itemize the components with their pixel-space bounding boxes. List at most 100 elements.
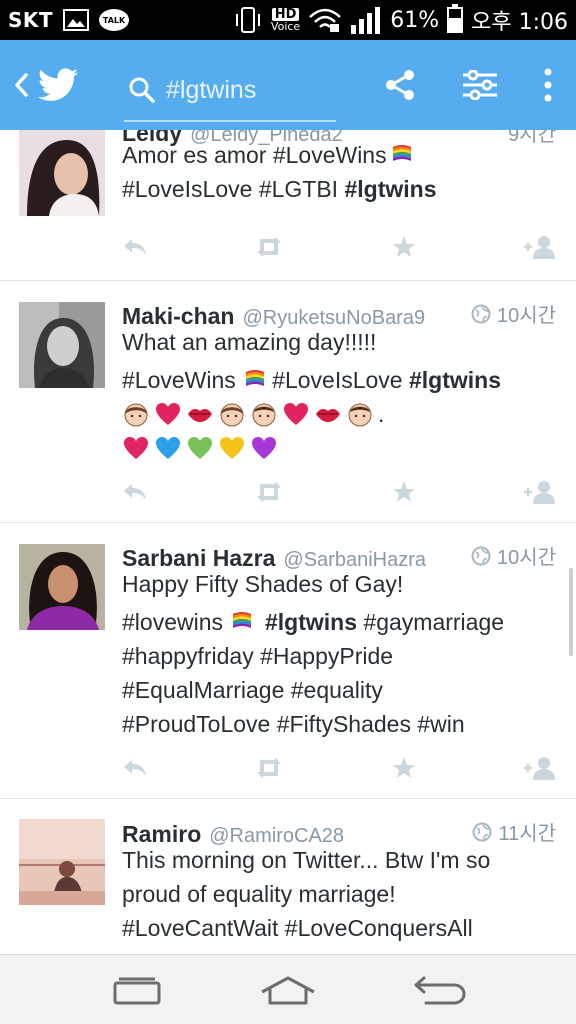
hashtag-lgtwins[interactable]: #lgtwins bbox=[265, 609, 357, 635]
hashtags[interactable]: #happyfriday #HappyPride bbox=[122, 639, 552, 673]
yellow-heart-emoji bbox=[218, 434, 246, 462]
battery-icon bbox=[447, 4, 464, 33]
favorite-button[interactable] bbox=[392, 235, 416, 259]
green-heart-emoji bbox=[186, 434, 214, 462]
tweet-text: This morning on Twitter... Btw I'm so pr… bbox=[122, 843, 552, 945]
share-button[interactable] bbox=[360, 40, 440, 130]
kiss-lips-emoji bbox=[314, 400, 342, 428]
home-icon bbox=[261, 976, 315, 1004]
kiss-lips-emoji bbox=[186, 400, 214, 428]
hashtag-gaymarriage[interactable]: #gaymarriage bbox=[357, 609, 504, 635]
vibrate-icon bbox=[233, 5, 263, 35]
home-button[interactable] bbox=[248, 960, 328, 1020]
follow-icon bbox=[524, 757, 555, 780]
filter-icon bbox=[463, 70, 497, 100]
retweet-button[interactable] bbox=[254, 236, 284, 258]
rainbow-flag-emoji bbox=[231, 607, 253, 629]
star-icon bbox=[393, 757, 415, 778]
hashtag-lgtwins[interactable]: #lgtwins bbox=[344, 176, 436, 202]
chevron-left-icon bbox=[15, 73, 28, 97]
retweet-icon bbox=[257, 237, 281, 257]
status-bar: SKT TALK HD Voice 61% 오후 1:06 bbox=[0, 0, 576, 40]
woman-face-emoji bbox=[218, 400, 246, 428]
hashtag-loveislove[interactable]: #LoveIsLove bbox=[266, 367, 409, 393]
follow-icon bbox=[524, 481, 555, 504]
search-field[interactable]: #lgtwins bbox=[124, 60, 336, 122]
recent-apps-button[interactable] bbox=[96, 960, 176, 1020]
recent-apps-icon bbox=[113, 977, 161, 1004]
hd-voice-icon: HD Voice bbox=[271, 8, 300, 32]
man-face-emoji bbox=[250, 400, 278, 428]
carrier-label: SKT bbox=[8, 8, 54, 32]
retweet-button[interactable] bbox=[254, 481, 284, 503]
globe-icon bbox=[472, 822, 492, 841]
hashtags[interactable]: #ProudToLove #FiftyShades #win bbox=[122, 707, 552, 741]
hashtag-lovewins[interactable]: #LoveWins bbox=[122, 367, 236, 393]
back-nav-button[interactable] bbox=[400, 960, 480, 1020]
rainbow-flag-emoji bbox=[244, 365, 266, 387]
battery-fill bbox=[449, 17, 462, 31]
overflow-menu-button[interactable] bbox=[520, 40, 576, 130]
tweet-text-line: proud of equality marriage! bbox=[122, 881, 396, 907]
avatar[interactable] bbox=[19, 819, 105, 905]
filter-button[interactable] bbox=[440, 40, 520, 130]
tweet-text-line: This morning on Twitter... Btw I'm so bbox=[122, 847, 491, 873]
tweet-text-line: What an amazing day!!!!! bbox=[122, 329, 377, 355]
hashtag-lovewins[interactable]: #lovewins bbox=[122, 609, 223, 635]
navigation-bar bbox=[0, 954, 576, 1024]
follow-button[interactable] bbox=[522, 755, 556, 781]
purple-heart-emoji bbox=[250, 434, 278, 462]
tweet-text: Happy Fifty Shades of Gay! #lovewins #lgt… bbox=[122, 567, 552, 741]
heart-emoji bbox=[282, 400, 310, 428]
emoji-row-end: . bbox=[378, 401, 385, 427]
tweet-card[interactable]: Sarbani Hazra @SarbaniHazra 10시간 Happy F… bbox=[0, 523, 576, 799]
tweet-text: Amor es amor #LoveWins #LoveIsLove #LGTB… bbox=[122, 138, 552, 206]
blue-heart-emoji bbox=[154, 434, 182, 462]
tweet-timestamp: 10시간 bbox=[496, 547, 556, 569]
rainbow-flag-emoji bbox=[391, 140, 413, 162]
reply-icon bbox=[124, 239, 146, 255]
follow-button[interactable] bbox=[522, 479, 556, 505]
tweet-text-line: Amor es amor #LoveWins bbox=[122, 142, 387, 168]
reply-button[interactable] bbox=[122, 758, 148, 778]
avatar[interactable] bbox=[19, 130, 105, 216]
hashtags[interactable]: #LoveIsLove #LGTBI bbox=[122, 176, 344, 202]
signal-icon bbox=[350, 5, 382, 35]
twitter-bird-icon[interactable] bbox=[36, 63, 80, 107]
favorite-button[interactable] bbox=[392, 480, 416, 504]
globe-icon bbox=[471, 304, 491, 323]
star-icon bbox=[393, 236, 415, 257]
tweet-card[interactable]: Ramiro @RamiroCA28 11시간 This morning on … bbox=[0, 799, 576, 954]
follow-button[interactable] bbox=[522, 234, 556, 260]
tweet-card[interactable]: Leidy @Leidy_Pineda2 9시간 Amor es amor #L… bbox=[0, 130, 576, 281]
app-bar: #lgtwins bbox=[0, 40, 576, 130]
tweet-text-line: Happy Fifty Shades of Gay! bbox=[122, 571, 404, 597]
woman-face-emoji bbox=[122, 400, 150, 428]
hashtags[interactable]: #LoveCantWait #LoveConquersAll bbox=[122, 911, 552, 945]
reply-button[interactable] bbox=[122, 237, 148, 257]
battery-percent: 61% bbox=[390, 7, 440, 33]
favorite-button[interactable] bbox=[392, 756, 416, 780]
retweet-button[interactable] bbox=[254, 757, 284, 779]
avatar[interactable] bbox=[19, 302, 105, 388]
gallery-icon bbox=[63, 9, 90, 31]
back-arrow-icon bbox=[414, 976, 466, 1004]
hashtags[interactable]: #EqualMarriage #equality bbox=[122, 673, 552, 707]
avatar[interactable] bbox=[19, 544, 105, 630]
talk-icon: TALK bbox=[99, 9, 130, 31]
tweet-timeline[interactable]: Leidy @Leidy_Pineda2 9시간 Amor es amor #L… bbox=[0, 130, 576, 954]
back-button[interactable] bbox=[0, 40, 36, 130]
wifi-icon bbox=[308, 7, 342, 33]
reply-button[interactable] bbox=[122, 482, 148, 502]
clock: 오후 1:06 bbox=[471, 10, 568, 35]
red-heart-emoji bbox=[122, 434, 150, 462]
hashtag-lgtwins[interactable]: #lgtwins bbox=[409, 367, 501, 393]
globe-icon bbox=[471, 546, 491, 565]
star-icon bbox=[393, 481, 415, 502]
tweet-timestamp: 10시간 bbox=[496, 305, 556, 327]
tweet-card[interactable]: Maki-chan @RyuketsuNoBara9 10시간 What an … bbox=[0, 281, 576, 523]
tweet-text: What an amazing day!!!!! #LoveWins #Love… bbox=[122, 325, 552, 465]
scrollbar[interactable] bbox=[569, 568, 573, 656]
more-vertical-icon bbox=[544, 68, 552, 102]
reply-icon bbox=[124, 760, 146, 776]
